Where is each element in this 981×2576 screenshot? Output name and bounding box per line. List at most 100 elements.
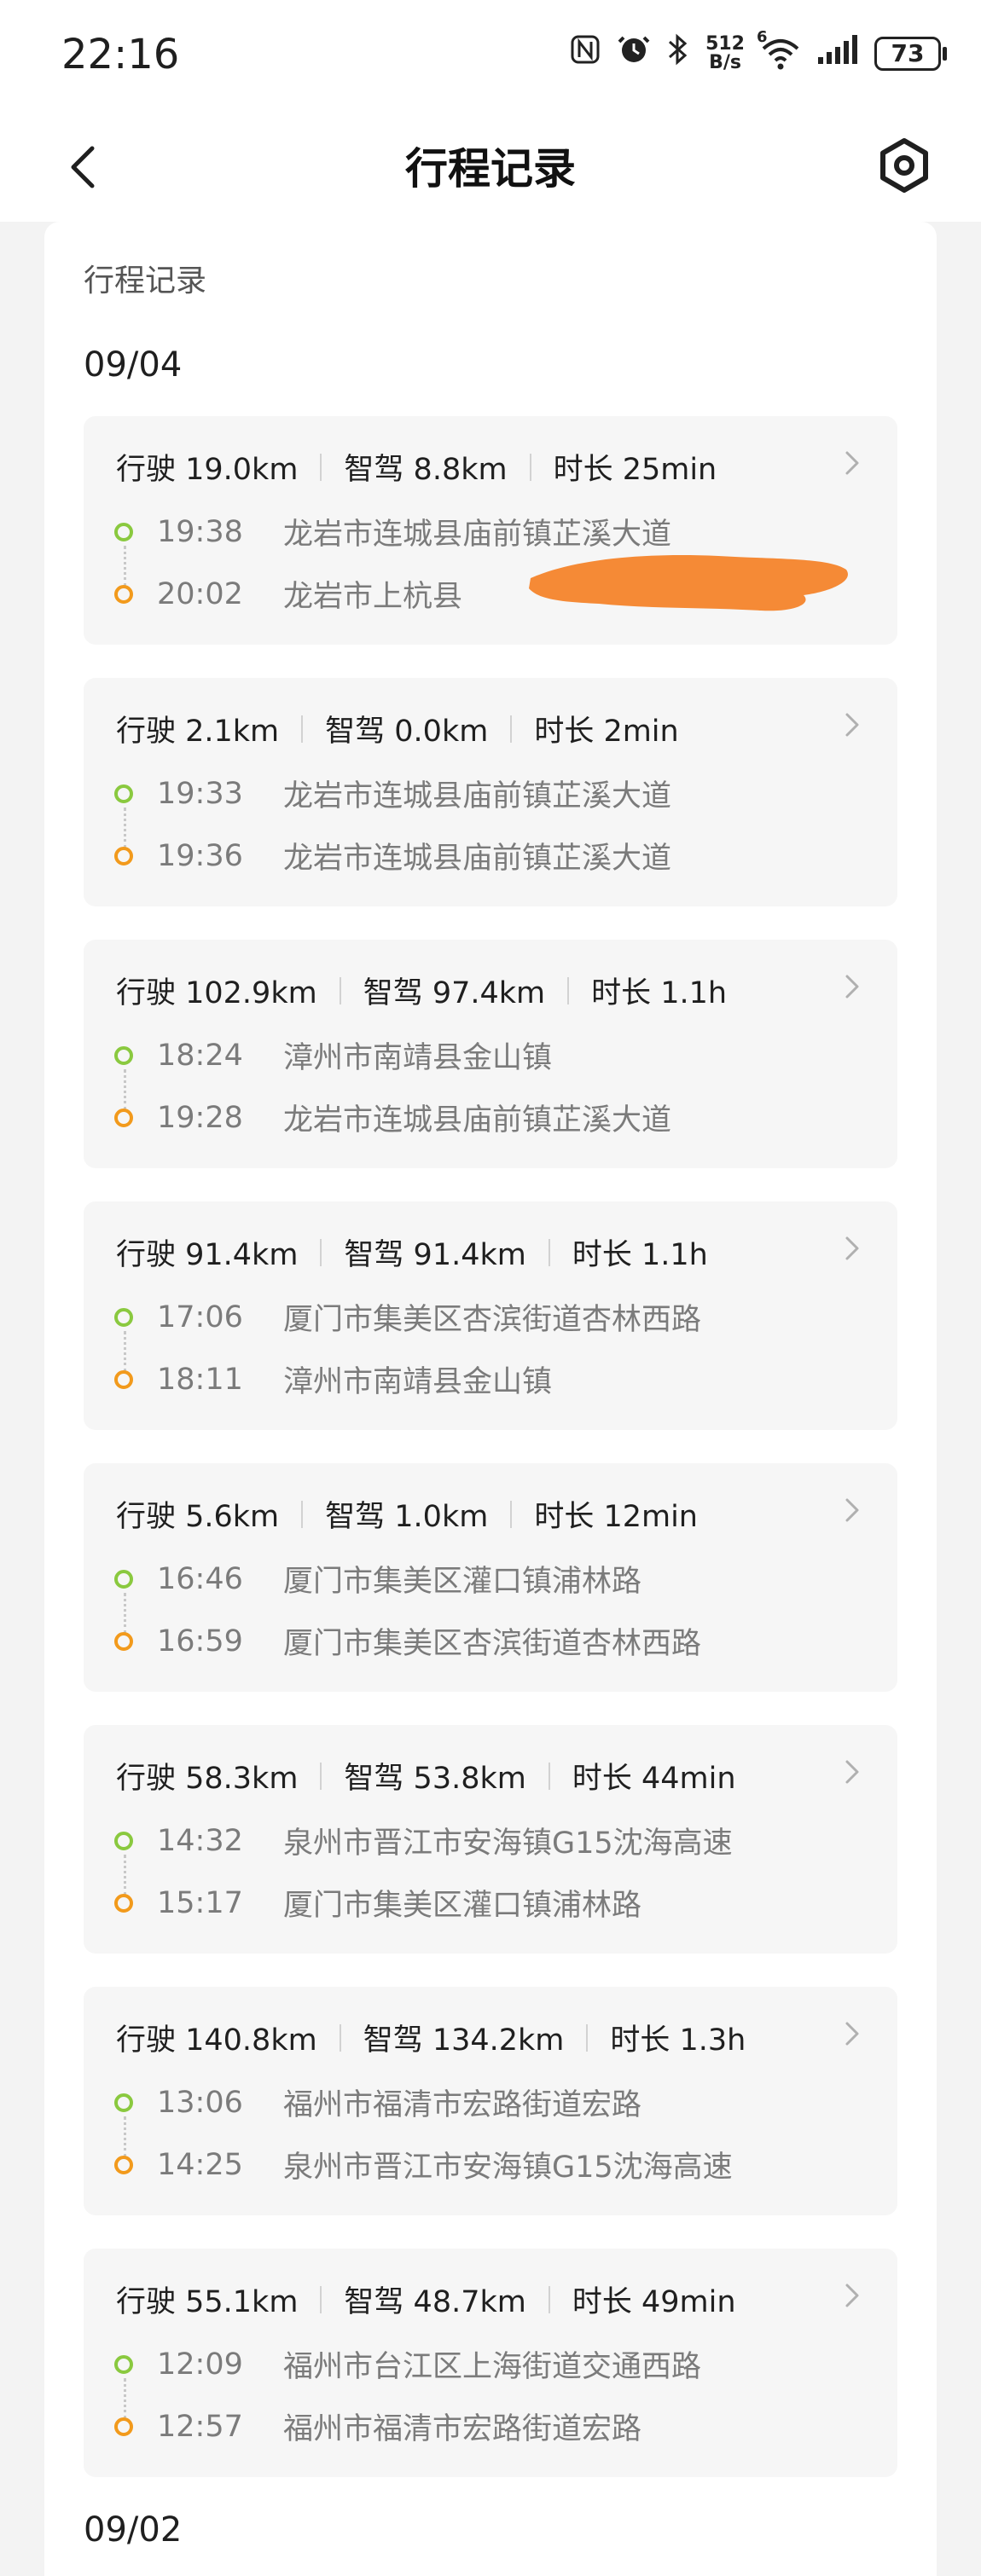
stat-divider [548,1238,550,1266]
trip-end-row: 15:17 厦门市集美区灌口镇浦林路 [114,1881,641,1925]
trip-driving-distance: 行驶 55.1km [116,2285,299,2319]
start-point-icon [114,784,133,803]
trip-duration: 时长 1.1h [591,976,728,1010]
trip-stats: 行驶 5.6km 智驾 1.0km 时长 12min [116,1492,698,1536]
net-speed-indicator: 512 B/s [705,34,745,73]
trip-duration: 时长 25min [553,453,717,487]
trip-card[interactable]: 行驶 58.3km 智驾 53.8km 时长 44min 14:32 泉州市晋江市安海镇… [84,1725,897,1954]
trip-start-row: 12:09 福州市台江区上海街道交通西路 [114,2342,701,2386]
trip-start-time: 19:33 [157,776,243,811]
trip-card[interactable]: 行驶 2.1km 智驾 0.0km 时长 2min 19:33 龙岩市连城县庙前镇芷溪大… [84,678,897,906]
trip-duration: 时长 1.3h [610,2023,746,2058]
battery-level: 73 [874,36,941,71]
trip-card[interactable]: 行驶 55.1km 智驾 48.7km 时长 49min 12:09 福州市台江区上海街… [84,2249,897,2477]
signal-icon [816,33,859,73]
trip-start-time: 17:06 [157,1300,243,1334]
stat-divider [548,2285,550,2313]
trip-end-place: 龙岩市连城县庙前镇芷溪大道 [283,842,672,876]
chevron-right-icon [841,2283,863,2308]
trip-card[interactable]: 行驶 91.4km 智驾 91.4km 时长 1.1h 17:06 厦门市集美区杏滨街道… [84,1201,897,1430]
trip-driving-distance: 行驶 2.1km [116,715,280,749]
start-point-icon [114,1569,133,1589]
trip-end-row: 14:25 泉州市晋江市安海镇G15沈海高速 [114,2143,733,2186]
trip-stats: 行驶 58.3km 智驾 53.8km 时长 44min [116,1754,736,1797]
bluetooth-icon [666,32,690,74]
redaction-scribble [522,544,855,616]
trip-end-place: 福州市福清市宏路街道宏路 [283,2412,642,2446]
trip-end-place: 龙岩市上杭县 [283,580,463,614]
trip-end-place: 漳州市南靖县金山镇 [283,1365,553,1399]
trip-start-row: 19:33 龙岩市连城县庙前镇芷溪大道 [114,772,671,815]
trip-start-time: 18:24 [157,1038,243,1073]
battery-icon: 73 [874,36,947,71]
trip-driving-distance: 行驶 58.3km [116,1762,299,1796]
trip-driving-distance: 行驶 19.0km [116,453,299,487]
alarm-icon [617,32,651,74]
trip-stats: 行驶 102.9km 智驾 97.4km 时长 1.1h [116,969,727,1012]
section-title: 行程记录 [84,263,207,298]
trip-stats: 行驶 91.4km 智驾 91.4km 时长 1.1h [116,1230,708,1274]
trip-duration: 时长 12min [534,1500,698,1534]
start-point-icon [114,2354,133,2374]
status-icons: 512 B/s 6 73 [569,28,947,74]
trip-start-row: 17:06 厦门市集美区杏滨街道杏林西路 [114,1295,701,1339]
trip-smart-distance: 智驾 134.2km [363,2023,565,2058]
trip-end-row: 18:11 漳州市南靖县金山镇 [114,1357,552,1401]
trip-duration: 时长 44min [572,1762,736,1796]
wifi-icon: 6 [757,28,801,71]
net-speed-unit: B/s [709,51,741,73]
chevron-right-icon [841,2021,863,2046]
trip-stats: 行驶 55.1km 智驾 48.7km 时长 49min [116,2278,736,2321]
trip-card[interactable]: 行驶 19.0km 智驾 8.8km 时长 25min 19:38 龙岩市连城县庙前镇芷… [84,416,897,645]
trip-smart-distance: 智驾 97.4km [363,976,546,1010]
stat-divider [510,1500,513,1528]
trip-card[interactable]: 行驶 140.8km 智驾 134.2km 时长 1.3h 13:06 福州市福清市宏路… [84,1987,897,2215]
end-point-icon [114,1108,133,1127]
trip-smart-distance: 智驾 8.8km [344,453,508,487]
trip-start-time: 12:09 [157,2347,243,2382]
end-point-icon [114,1369,133,1389]
trip-end-place: 龙岩市连城县庙前镇芷溪大道 [283,1103,672,1137]
trip-end-time: 12:57 [157,2409,243,2444]
stat-divider [301,1500,304,1528]
status-bar: 22:16 512 B/s 6 73 [0,0,981,111]
trip-end-place: 厦门市集美区杏滨街道杏林西路 [283,1627,702,1661]
trip-start-time: 19:38 [157,514,243,549]
page-title: 行程记录 [405,144,576,194]
end-point-icon [114,2417,133,2436]
date-label: 09/04 [84,345,183,385]
trip-card[interactable]: 行驶 102.9km 智驾 97.4km 时长 1.1h 18:24 漳州市南靖县金山镇… [84,940,897,1168]
chevron-right-icon [841,1759,863,1785]
trip-start-time: 16:46 [157,1561,243,1596]
trip-end-row: 16:59 厦门市集美区杏滨街道杏林西路 [114,1619,701,1663]
trip-start-time: 13:06 [157,2085,243,2120]
trip-start-row: 14:32 泉州市晋江市安海镇G15沈海高速 [114,1819,733,1862]
trip-card[interactable]: 行驶 5.6km 智驾 1.0km 时长 12min 16:46 厦门市集美区灌口镇浦林… [84,1463,897,1692]
trip-driving-distance: 行驶 91.4km [116,1238,299,1272]
trip-duration: 时长 2min [534,715,679,749]
wifi-badge: 6 [757,27,768,46]
trip-smart-distance: 智驾 48.7km [344,2285,526,2319]
date-label: 09/02 [84,2510,183,2550]
trip-end-row: 19:28 龙岩市连城县庙前镇芷溪大道 [114,1096,671,1139]
trip-end-time: 14:25 [157,2147,243,2182]
trip-driving-distance: 行驶 140.8km [116,2023,317,2058]
trip-start-place: 厦门市集美区杏滨街道杏林西路 [283,1303,702,1337]
battery-cap [943,46,947,61]
nfc-icon [569,33,601,73]
end-point-icon [114,1631,133,1651]
trip-start-time: 14:32 [157,1823,243,1858]
trip-stats: 行驶 19.0km 智驾 8.8km 时长 25min [116,445,717,489]
trip-end-time: 19:36 [157,838,243,873]
trip-end-place: 泉州市晋江市安海镇G15沈海高速 [283,2151,733,2185]
trip-smart-distance: 智驾 53.8km [344,1762,526,1796]
start-point-icon [114,1307,133,1327]
end-point-icon [114,584,133,604]
trip-start-row: 18:24 漳州市南靖县金山镇 [114,1033,552,1077]
trip-start-place: 福州市台江区上海街道交通西路 [283,2350,702,2384]
settings-icon[interactable] [874,135,935,196]
trip-start-place: 龙岩市连城县庙前镇芷溪大道 [283,779,672,813]
stat-divider [320,453,322,481]
trip-stats: 行驶 2.1km 智驾 0.0km 时长 2min [116,707,679,750]
stat-divider [339,2023,341,2052]
